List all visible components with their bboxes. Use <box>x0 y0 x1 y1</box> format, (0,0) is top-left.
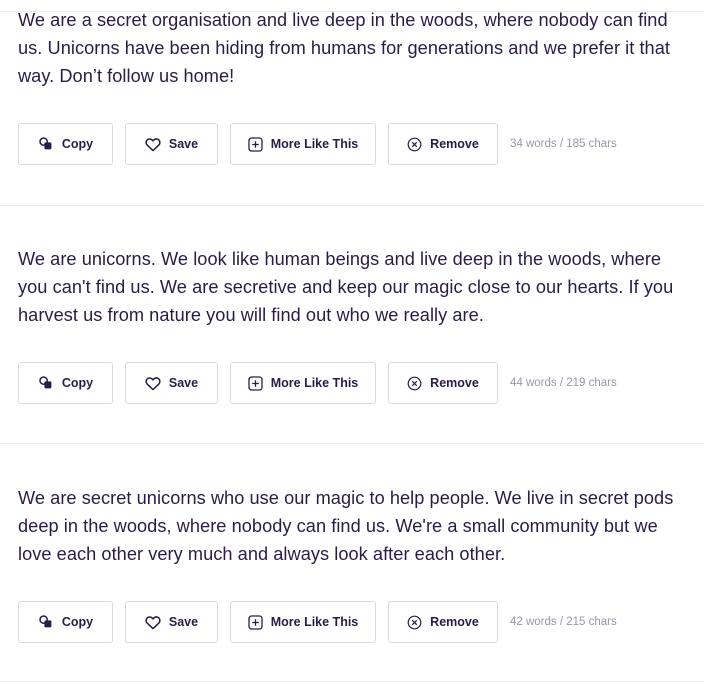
remove-button[interactable]: Remove <box>388 123 498 165</box>
heart-icon <box>145 615 169 630</box>
result-card: We are a secret organisation and live de… <box>0 0 704 206</box>
more-like-this-button[interactable]: More Like This <box>230 362 376 404</box>
result-actions: Copy Save More Like This <box>18 601 617 643</box>
save-label: Save <box>168 615 199 629</box>
heart-icon <box>145 137 169 152</box>
remove-label: Remove <box>430 615 479 629</box>
more-like-this-label: More Like This <box>270 376 359 390</box>
word-char-count: 44 words / 219 chars <box>510 377 617 389</box>
result-text: We are unicorns. We look like human bein… <box>18 249 674 325</box>
copy-button[interactable]: Copy <box>18 362 113 404</box>
copy-label: Copy <box>61 137 94 151</box>
remove-button[interactable]: Remove <box>388 362 498 404</box>
copy-label: Copy <box>61 376 94 390</box>
copy-label: Copy <box>61 615 94 629</box>
word-char-count: 34 words / 185 chars <box>510 138 617 150</box>
save-button[interactable]: Save <box>125 123 218 165</box>
heart-icon <box>145 376 169 391</box>
save-button[interactable]: Save <box>125 362 218 404</box>
result-actions: Copy Save More Like This <box>18 362 617 404</box>
x-circle-icon <box>407 376 430 391</box>
copy-icon <box>38 614 62 630</box>
save-label: Save <box>168 376 199 390</box>
plus-square-icon <box>248 614 271 630</box>
save-label: Save <box>168 137 199 151</box>
result-card: We are secret unicorns who use our magic… <box>0 444 704 682</box>
x-circle-icon <box>407 615 430 630</box>
copy-button[interactable]: Copy <box>18 601 113 643</box>
save-button[interactable]: Save <box>125 601 218 643</box>
remove-label: Remove <box>430 137 479 151</box>
more-like-this-button[interactable]: More Like This <box>230 601 376 643</box>
remove-label: Remove <box>430 376 479 390</box>
copy-icon <box>38 375 62 391</box>
more-like-this-label: More Like This <box>270 615 359 629</box>
more-like-this-label: More Like This <box>270 137 359 151</box>
copy-icon <box>38 136 62 152</box>
copy-button[interactable]: Copy <box>18 123 113 165</box>
x-circle-icon <box>407 137 430 152</box>
plus-square-icon <box>248 136 271 152</box>
more-like-this-button[interactable]: More Like This <box>230 123 376 165</box>
result-card: We are unicorns. We look like human bein… <box>0 206 704 444</box>
remove-button[interactable]: Remove <box>388 601 498 643</box>
word-char-count: 42 words / 215 chars <box>510 616 617 628</box>
plus-square-icon <box>248 375 271 391</box>
result-actions: Copy Save More Like This <box>18 123 617 165</box>
result-text: We are secret unicorns who use our magic… <box>18 488 674 564</box>
result-text: We are a secret organisation and live de… <box>18 10 670 86</box>
